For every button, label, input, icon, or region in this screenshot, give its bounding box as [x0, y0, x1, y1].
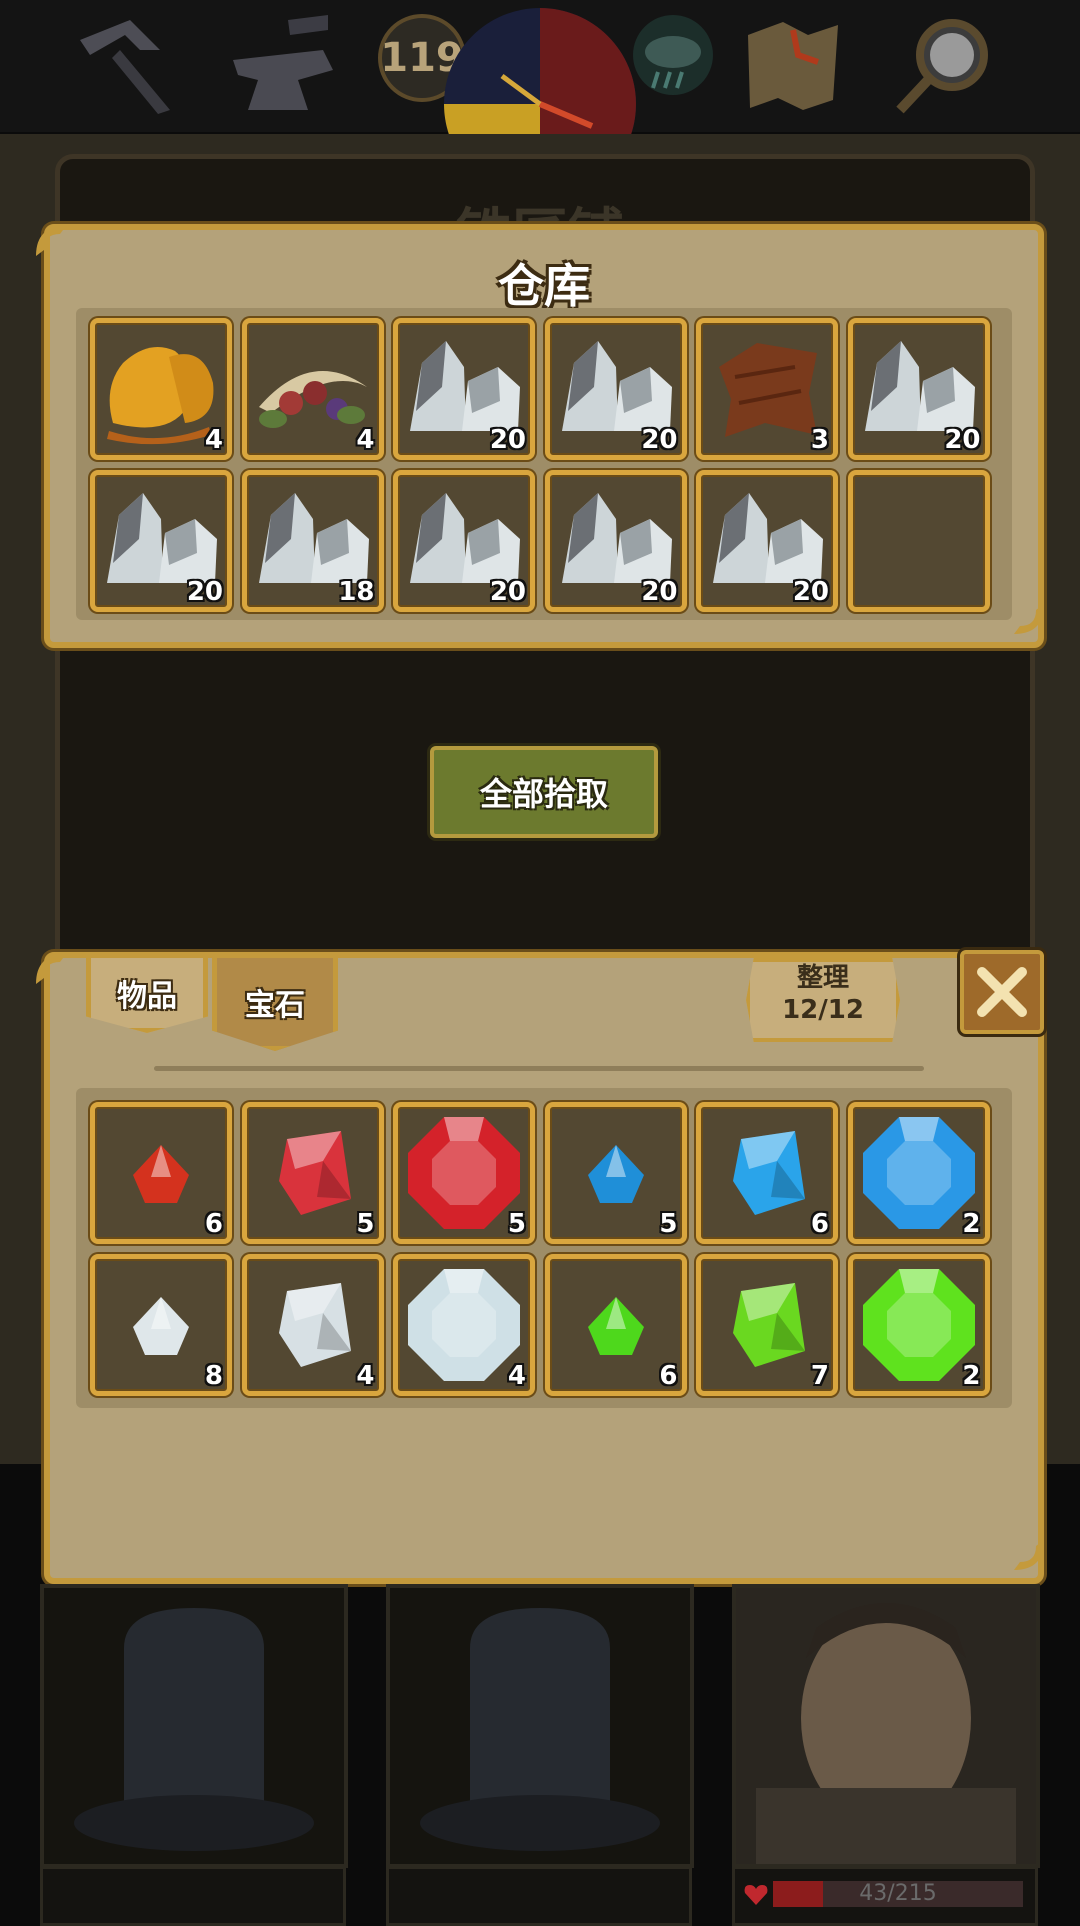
warehouse-slot[interactable]: 3 [696, 318, 838, 460]
item-quantity: 18 [338, 577, 375, 607]
item-quantity: 8 [204, 1361, 223, 1391]
sort-count: 12/12 [782, 995, 864, 1025]
warehouse-slot[interactable]: 4 [90, 318, 232, 460]
hero-status-bar: 43/215 [732, 1866, 1038, 1926]
sort-button-label: 整理 [796, 963, 849, 993]
item-quantity: 6 [810, 1209, 829, 1239]
close-icon [977, 967, 1027, 1017]
heart-icon [744, 1885, 768, 1905]
warehouse-slot[interactable]: 18 [241, 470, 384, 612]
item-quantity: 20 [489, 577, 526, 607]
sort-button[interactable]: 整理 12/12 [746, 958, 900, 1042]
item-quantity: 3 [810, 425, 829, 455]
gem-slot[interactable]: 5 [241, 1102, 384, 1244]
grave-slot[interactable] [40, 1584, 348, 1868]
warehouse-slot[interactable]: 20 [847, 318, 990, 460]
empty-status-bar [386, 1866, 692, 1926]
item-quantity: 20 [944, 425, 981, 455]
item-quantity: 4 [204, 425, 223, 455]
anvil-icon[interactable] [228, 10, 338, 120]
item-quantity: 6 [659, 1361, 678, 1391]
gem-slot[interactable]: 4 [241, 1254, 384, 1396]
hero-portrait[interactable] [732, 1584, 1040, 1868]
hp-text: 43/215 [859, 1881, 937, 1906]
item-quantity: 20 [792, 577, 829, 607]
warehouse-slot[interactable]: 20 [696, 470, 838, 612]
warehouse-slot[interactable]: 20 [544, 318, 687, 460]
empty-slot[interactable] [847, 470, 990, 612]
empty-status-bar [40, 1866, 346, 1926]
gem-slot[interactable]: 5 [393, 1102, 535, 1244]
item-quantity: 20 [186, 577, 223, 607]
gem-slot[interactable]: 6 [544, 1254, 687, 1396]
magnifier-icon[interactable] [890, 10, 1000, 120]
item-quantity: 20 [489, 425, 526, 455]
corner-ornament-icon [1014, 604, 1044, 634]
warehouse-title: 仓库 [498, 259, 590, 313]
item-quantity: 2 [962, 1209, 981, 1239]
warehouse-slot[interactable]: 20 [393, 318, 535, 460]
item-quantity: 20 [641, 425, 678, 455]
grave-slot[interactable] [386, 1584, 694, 1868]
item-quantity: 5 [356, 1209, 375, 1239]
warehouse-slot[interactable]: 20 [544, 470, 687, 612]
item-quantity: 6 [204, 1209, 223, 1239]
gem-slot[interactable]: 5 [544, 1102, 687, 1244]
gem-slot[interactable]: 7 [696, 1254, 838, 1396]
warehouse-slot[interactable]: 4 [241, 318, 384, 460]
gem-slot[interactable]: 6 [696, 1102, 838, 1244]
item-quantity: 2 [962, 1361, 981, 1391]
gem-slot[interactable]: 8 [90, 1254, 232, 1396]
gem-slot[interactable]: 6 [90, 1102, 232, 1244]
gem-slot[interactable]: 2 [847, 1254, 990, 1396]
warehouse-slot[interactable]: 20 [393, 470, 535, 612]
warehouse-slot[interactable]: 20 [90, 470, 232, 612]
close-button[interactable] [960, 950, 1044, 1034]
pickaxe-icon[interactable] [70, 10, 180, 120]
weather-storm-icon[interactable] [618, 10, 728, 120]
collect-all-button[interactable]: 全部拾取 [430, 746, 658, 838]
item-quantity: 4 [356, 425, 375, 455]
gem-slot[interactable]: 2 [847, 1102, 990, 1244]
item-quantity: 4 [356, 1361, 375, 1391]
treasure-map-icon[interactable] [738, 10, 848, 120]
top-hud: 119 [0, 0, 1080, 136]
item-quantity: 20 [641, 577, 678, 607]
hp-bar: 43/215 [773, 1881, 1023, 1907]
item-quantity: 5 [659, 1209, 678, 1239]
corner-ornament-icon [36, 226, 66, 256]
item-quantity: 5 [507, 1209, 526, 1239]
item-quantity: 7 [810, 1361, 829, 1391]
corner-ornament-icon [36, 954, 66, 984]
corner-ornament-icon [1014, 1540, 1044, 1570]
gem-slot[interactable]: 4 [393, 1254, 535, 1396]
tab-divider [154, 1066, 924, 1071]
item-quantity: 4 [507, 1361, 526, 1391]
